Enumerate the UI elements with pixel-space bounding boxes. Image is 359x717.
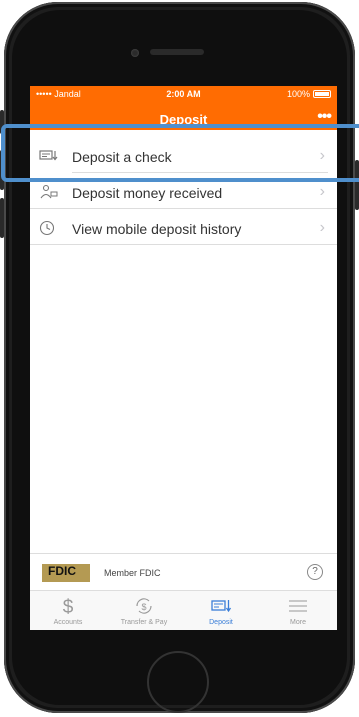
tab-bar: $ Accounts $ Transfer & Pay Deposit More: [30, 590, 337, 630]
chevron-right-icon: ›: [319, 183, 325, 200]
row-divider: [30, 244, 337, 245]
tab-more[interactable]: More: [260, 591, 336, 630]
tab-accounts[interactable]: $ Accounts: [30, 591, 106, 630]
menu-item-label: Deposit money received: [72, 185, 223, 201]
money-received-icon: [40, 184, 58, 199]
transfer-pay-icon: $: [136, 598, 152, 614]
dollar-icon: $: [63, 597, 74, 616]
fdic-logo-text: FDIC: [48, 564, 76, 578]
svg-text:$: $: [141, 602, 146, 612]
volume-down-button: [0, 198, 4, 238]
status-bar: ••••• Jandal 2:00 AM 100%: [30, 86, 337, 102]
menu-lines-icon: [289, 600, 307, 612]
help-icon[interactable]: ?: [307, 564, 323, 580]
home-button[interactable]: [143, 647, 213, 717]
battery-indicator: 100%: [287, 89, 331, 99]
fdic-footer: FDIC Member FDIC ?: [30, 553, 337, 590]
earpiece-speaker: [150, 49, 204, 55]
tab-deposit[interactable]: Deposit: [183, 591, 259, 630]
tab-label: Deposit: [209, 619, 233, 626]
history-clock-icon: [39, 220, 55, 236]
battery-percent: 100%: [286, 89, 310, 99]
tab-label: Transfer & Pay: [120, 619, 168, 626]
tab-transfer-pay[interactable]: $ Transfer & Pay: [106, 591, 182, 630]
menu-item-deposit-history[interactable]: View mobile deposit history ›: [30, 209, 337, 245]
front-camera: [131, 49, 139, 57]
battery-icon: [313, 90, 331, 98]
highlight-box: [1, 124, 359, 182]
chevron-right-icon: ›: [319, 219, 325, 236]
tab-label: Accounts: [53, 619, 83, 626]
menu-item-label: View mobile deposit history: [72, 221, 242, 237]
svg-text:$: $: [63, 597, 74, 616]
member-fdic-label: Member FDIC: [104, 568, 161, 578]
tab-label: More: [290, 619, 306, 626]
deposit-icon: [211, 600, 232, 613]
